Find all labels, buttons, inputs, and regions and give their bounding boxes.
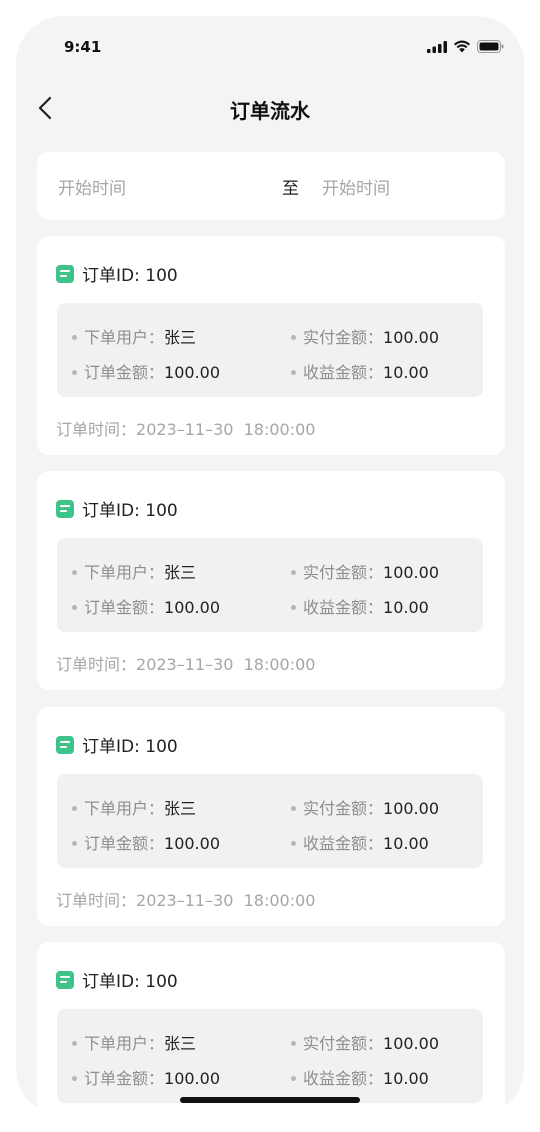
status-bar: 9:41 bbox=[16, 16, 524, 76]
order-user: 下单用户：张三 bbox=[72, 795, 196, 819]
document-icon bbox=[56, 264, 74, 283]
order-profit: 收益金额：10.00 bbox=[291, 830, 429, 854]
order-card[interactable]: 订单ID: 100 下单用户：张三 实付金额：100.00 订单金额：100.0… bbox=[37, 471, 505, 690]
order-profit: 收益金额：10.00 bbox=[291, 359, 429, 383]
order-id: 订单ID: 100 bbox=[82, 266, 178, 286]
phone-screen: 9:41 订单流水 开始时间 至 开始时间 订单ID: 100 下单用户：张三 … bbox=[16, 16, 524, 1116]
order-card[interactable]: 订单ID: 100 下单用户：张三 实付金额：100.00 订单金额：100.0… bbox=[37, 236, 505, 455]
order-amount: 订单金额：100.00 bbox=[72, 359, 220, 383]
order-paid-amount: 实付金额：100.00 bbox=[291, 795, 439, 819]
order-header: 订单ID: 100 bbox=[56, 496, 178, 521]
order-amount: 订单金额：100.00 bbox=[72, 830, 220, 854]
order-paid-amount: 实付金额：100.00 bbox=[291, 324, 439, 348]
order-id: 订单ID: 100 bbox=[82, 972, 178, 992]
status-time: 9:41 bbox=[64, 38, 102, 56]
document-icon bbox=[56, 970, 74, 989]
order-header: 订单ID: 100 bbox=[56, 967, 178, 992]
document-icon bbox=[56, 499, 74, 518]
order-profit: 收益金额：10.00 bbox=[291, 594, 429, 618]
order-time: 订单时间：2023–11–30 18:00:00 bbox=[56, 420, 316, 439]
date-range-separator: 至 bbox=[282, 179, 299, 199]
order-id: 订单ID: 100 bbox=[82, 501, 178, 521]
order-header: 订单ID: 100 bbox=[56, 732, 178, 757]
navigation-bar: 订单流水 bbox=[16, 86, 524, 130]
order-card[interactable]: 订单ID: 100 下单用户：张三 实付金额：100.00 订单金额：100.0… bbox=[37, 707, 505, 926]
home-indicator[interactable] bbox=[180, 1097, 360, 1103]
wifi-icon bbox=[454, 40, 470, 53]
order-user: 下单用户：张三 bbox=[72, 324, 196, 348]
order-paid-amount: 实付金额：100.00 bbox=[291, 559, 439, 583]
order-user: 下单用户：张三 bbox=[72, 559, 196, 583]
order-user: 下单用户：张三 bbox=[72, 1030, 196, 1054]
order-profit: 收益金额：10.00 bbox=[291, 1065, 429, 1089]
order-details: 下单用户：张三 实付金额：100.00 订单金额：100.00 收益金额：10.… bbox=[57, 303, 483, 397]
order-details: 下单用户：张三 实付金额：100.00 订单金额：100.00 收益金额：10.… bbox=[57, 774, 483, 868]
status-icons bbox=[427, 40, 504, 53]
cellular-signal-icon bbox=[427, 40, 447, 53]
start-date-input[interactable]: 开始时间 bbox=[58, 174, 126, 199]
order-header: 订单ID: 100 bbox=[56, 261, 178, 286]
order-time: 订单时间：2023–11–30 18:00:00 bbox=[56, 655, 316, 674]
order-details: 下单用户：张三 实付金额：100.00 订单金额：100.00 收益金额：10.… bbox=[57, 538, 483, 632]
order-paid-amount: 实付金额：100.00 bbox=[291, 1030, 439, 1054]
order-amount: 订单金额：100.00 bbox=[72, 1065, 220, 1089]
order-time: 订单时间：2023–11–30 18:00:00 bbox=[56, 891, 316, 910]
order-details: 下单用户：张三 实付金额：100.00 订单金额：100.00 收益金额：10.… bbox=[57, 1009, 483, 1103]
end-date-input[interactable]: 开始时间 bbox=[322, 174, 390, 199]
order-amount: 订单金额：100.00 bbox=[72, 594, 220, 618]
order-card[interactable]: 订单ID: 100 下单用户：张三 实付金额：100.00 订单金额：100.0… bbox=[37, 942, 505, 1116]
document-icon bbox=[56, 735, 74, 754]
order-id: 订单ID: 100 bbox=[82, 737, 178, 757]
battery-icon bbox=[477, 40, 504, 53]
page-title: 订单流水 bbox=[230, 99, 310, 123]
date-range-filter: 开始时间 至 开始时间 bbox=[37, 152, 505, 220]
